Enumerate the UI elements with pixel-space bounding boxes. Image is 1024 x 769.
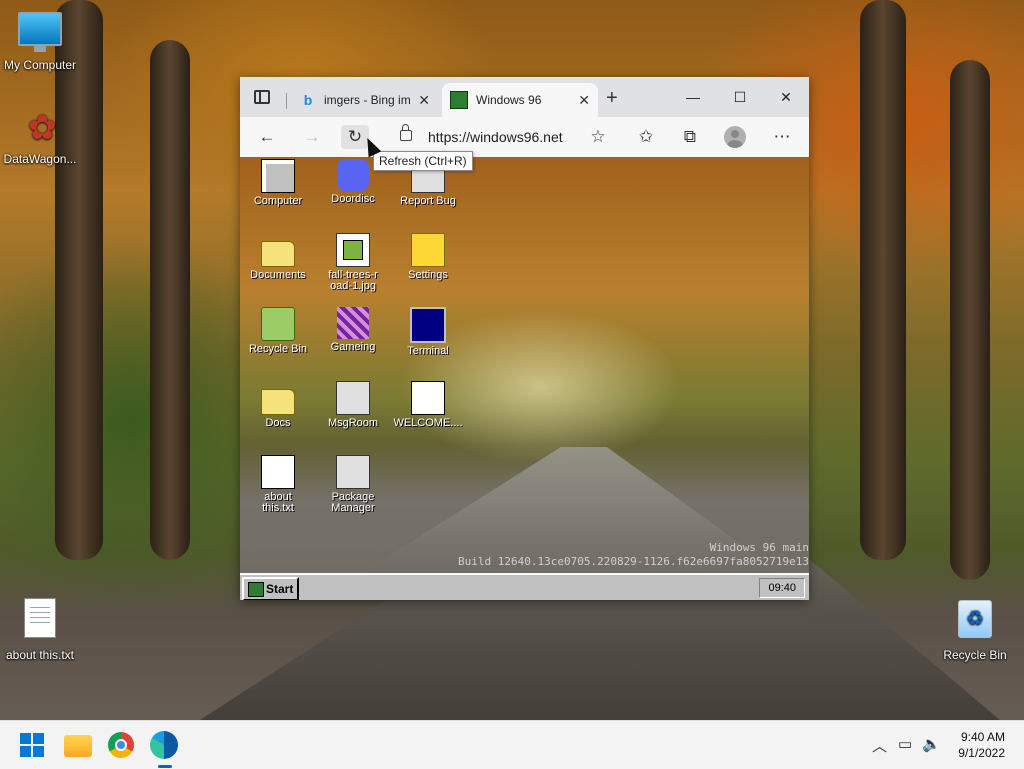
system-clock[interactable]: 9:40 AM 9/1/2022	[958, 729, 1005, 761]
refresh-tooltip: Refresh (Ctrl+R)	[373, 151, 473, 171]
discord-icon	[337, 159, 369, 191]
w96-icon-package-manager[interactable]: Package Manager	[317, 455, 389, 514]
show-hidden-icons-icon[interactable]: ︿	[872, 735, 887, 756]
w96-icon-computer[interactable]: Computer	[242, 159, 314, 207]
browser-window: b imgers - Bing im ✕ Windows 96 ✕ + — ☐ …	[240, 77, 809, 600]
w96-icon-label: WELCOME....	[393, 417, 463, 429]
terminal-icon	[410, 307, 446, 343]
text-file-icon	[24, 598, 56, 638]
tab-strip: b imgers - Bing im ✕ Windows 96 ✕ + — ☐ …	[240, 77, 809, 117]
clock-time: 9:40 AM	[960, 730, 1005, 744]
lock-icon[interactable]	[400, 124, 412, 141]
close-window-button[interactable]: ✕	[766, 85, 806, 109]
desktop-icon-label: DataWagon...	[3, 152, 77, 166]
background-tree-trunk	[860, 0, 906, 560]
windows96-desktop: Computer Doordisc Report Bug Documents f…	[240, 157, 809, 600]
favorites-icon[interactable]: ✩	[632, 125, 660, 149]
w96-icon-docs[interactable]: Docs	[242, 381, 314, 429]
desktop-icon-about-this-txt[interactable]: about this.txt	[0, 598, 80, 662]
desktop-icon-recycle-bin[interactable]: ♻ Recycle Bin	[935, 600, 1015, 662]
w96-icon-label: Documents	[250, 269, 306, 281]
folder-icon	[261, 389, 295, 415]
chrome-icon[interactable]	[108, 732, 134, 758]
background-tree-trunk	[150, 40, 190, 560]
build-line-1: Windows 96 main	[709, 541, 809, 554]
w96-icon-msgroom[interactable]: MsgRoom	[317, 381, 389, 429]
w96-icon-label: Docs	[265, 417, 291, 429]
back-button[interactable]: ←	[253, 125, 281, 149]
minimize-button[interactable]: —	[673, 85, 713, 109]
desktop-icon-label: My Computer	[3, 58, 77, 72]
w96-icon-label: about this.txt	[262, 491, 294, 514]
w96-icon-label: Settings	[408, 269, 448, 281]
file-explorer-icon[interactable]	[64, 735, 92, 757]
close-tab-icon[interactable]: ✕	[578, 92, 590, 109]
w96-icon-label: Report Bug	[400, 195, 456, 207]
browser-toolbar: ← → ↻ https://windows96.net ☆ ✩ ⧉ ⋯	[240, 117, 809, 157]
w96-icon-label: Computer	[253, 195, 303, 207]
datawagon-icon	[22, 108, 58, 148]
w96-icon-label: Terminal	[407, 345, 449, 357]
settings-folder-icon	[411, 233, 445, 267]
tab-label: Windows 96	[476, 93, 542, 107]
w96-icon-recycle-bin[interactable]: Recycle Bin	[242, 307, 314, 355]
windows-start-icon[interactable]	[20, 733, 44, 757]
tab-bing[interactable]: b imgers - Bing im ✕	[292, 83, 438, 117]
w96-icon-label: Recycle Bin	[248, 343, 308, 355]
w96-start-button[interactable]: Start	[242, 577, 300, 600]
new-tab-icon[interactable]: +	[606, 87, 618, 110]
tab-label: imgers - Bing im	[324, 93, 411, 107]
profile-avatar[interactable]	[724, 126, 746, 148]
package-manager-icon	[336, 455, 370, 489]
monitor-icon	[18, 12, 62, 52]
tab-separator	[286, 93, 287, 109]
build-watermark: Windows 96 main Build 12640.13ce0705.220…	[458, 541, 809, 569]
background-tree-trunk	[55, 0, 103, 560]
recycle-bin-icon: ♻	[958, 600, 992, 638]
desktop-icon-datawagon[interactable]: DataWagon...	[0, 108, 80, 166]
forward-button[interactable]: →	[298, 125, 326, 149]
w96-icon-label: Gameing	[330, 341, 376, 353]
desktop-icon-label: about this.txt	[5, 648, 75, 662]
close-tab-icon[interactable]: ✕	[418, 92, 430, 109]
w96-icon-gameing[interactable]: Gameing	[317, 307, 389, 353]
w96-icon-fall-trees-road[interactable]: fall-trees-road-1.jpg	[317, 233, 389, 292]
maximize-button[interactable]: ☐	[720, 85, 760, 109]
msgroom-icon	[336, 381, 370, 415]
edge-icon[interactable]	[150, 731, 178, 759]
w96-taskbar: Start 09:40	[240, 573, 809, 600]
volume-icon[interactable]: 🔈	[922, 735, 941, 753]
text-file-icon	[261, 455, 295, 489]
windows96-icon	[450, 91, 468, 109]
collections-icon[interactable]: ⧉	[676, 125, 704, 149]
w96-icon-documents[interactable]: Documents	[242, 233, 314, 281]
network-icon[interactable]: ▭	[898, 735, 912, 753]
desktop-icon-my-computer[interactable]: My Computer	[0, 12, 80, 72]
markdown-file-icon	[411, 381, 445, 415]
clock-date: 9/1/2022	[958, 746, 1005, 760]
background-tree-trunk	[950, 60, 990, 580]
add-favorite-icon[interactable]: ☆	[584, 125, 612, 149]
image-file-icon	[336, 233, 370, 267]
w96-icon-about-this-txt[interactable]: about this.txt	[242, 455, 314, 514]
bing-icon: b	[303, 92, 313, 108]
computer-icon	[261, 159, 295, 193]
w96-icon-label: MsgRoom	[327, 417, 379, 429]
more-options-icon[interactable]: ⋯	[768, 125, 796, 149]
w96-clock: 09:40	[759, 578, 805, 598]
recycle-bin-icon	[261, 307, 295, 341]
tab-windows-96[interactable]: Windows 96 ✕	[442, 83, 598, 117]
w96-icon-settings[interactable]: Settings	[392, 233, 464, 281]
game-icon	[337, 307, 369, 339]
w96-icon-label: Package Manager	[331, 491, 375, 514]
w96-icon-label: fall-trees-road-1.jpg	[328, 269, 378, 292]
build-line-2: Build 12640.13ce0705.220829-1126.f62e669…	[458, 555, 809, 568]
folder-icon	[261, 241, 295, 267]
w96-icon-label: Doordisc	[331, 193, 375, 205]
w96-icon-welcome[interactable]: WELCOME....	[392, 381, 464, 429]
w96-icon-terminal[interactable]: Terminal	[392, 307, 464, 357]
taskbar: ︿ ▭ 🔈 9:40 AM 9/1/2022	[0, 720, 1024, 769]
tab-actions-icon[interactable]	[254, 90, 270, 104]
desktop-icon-label: Recycle Bin	[943, 648, 1007, 662]
